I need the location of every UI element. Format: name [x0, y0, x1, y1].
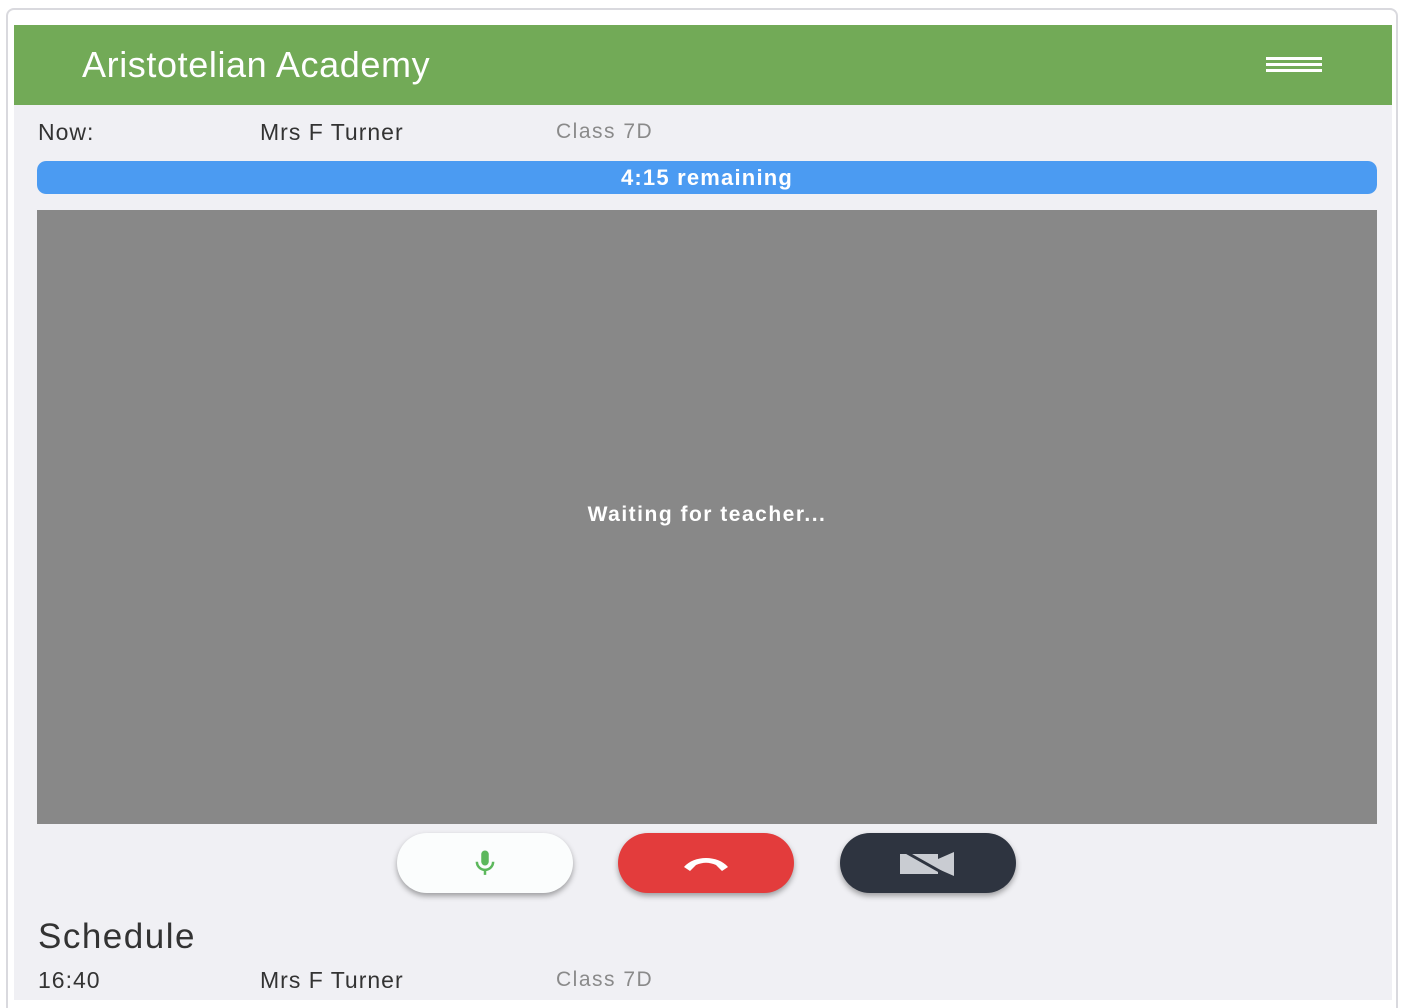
- menu-bar: [1266, 63, 1322, 66]
- current-teacher: Mrs F Turner: [260, 119, 404, 145]
- menu-bar: [1266, 69, 1322, 72]
- camera-toggle-button[interactable]: [840, 833, 1016, 893]
- schedule-time: 16:40: [38, 967, 101, 993]
- app-header: Aristotelian Academy: [14, 25, 1392, 105]
- current-class: Class 7D: [556, 120, 654, 143]
- current-lesson-row: Now: Mrs F Turner Class 7D: [38, 117, 1378, 147]
- video-area: Waiting for teacher...: [37, 210, 1377, 824]
- schedule-heading: Schedule: [38, 917, 196, 956]
- menu-bar: [1266, 57, 1322, 60]
- microphone-icon: [475, 850, 495, 875]
- schedule-teacher: Mrs F Turner: [260, 967, 404, 993]
- now-label: Now:: [38, 119, 95, 145]
- app-container: Aristotelian Academy Now: Mrs F Turner C…: [14, 25, 1392, 1000]
- schedule-item: 16:40 Mrs F Turner Class 7D: [38, 965, 1378, 995]
- camera-off-icon: [900, 848, 954, 878]
- phone-hangup-icon: [684, 858, 728, 871]
- microphone-button[interactable]: [397, 833, 573, 893]
- waiting-status: Waiting for teacher...: [587, 503, 827, 526]
- time-remaining-bar: 4:15 remaining: [37, 161, 1377, 194]
- app-title: Aristotelian Academy: [82, 44, 431, 85]
- hangup-button[interactable]: [618, 833, 794, 893]
- schedule-class: Class 7D: [556, 968, 654, 991]
- time-remaining-text: 4:15 remaining: [620, 165, 794, 190]
- hamburger-menu-icon[interactable]: [1254, 47, 1334, 83]
